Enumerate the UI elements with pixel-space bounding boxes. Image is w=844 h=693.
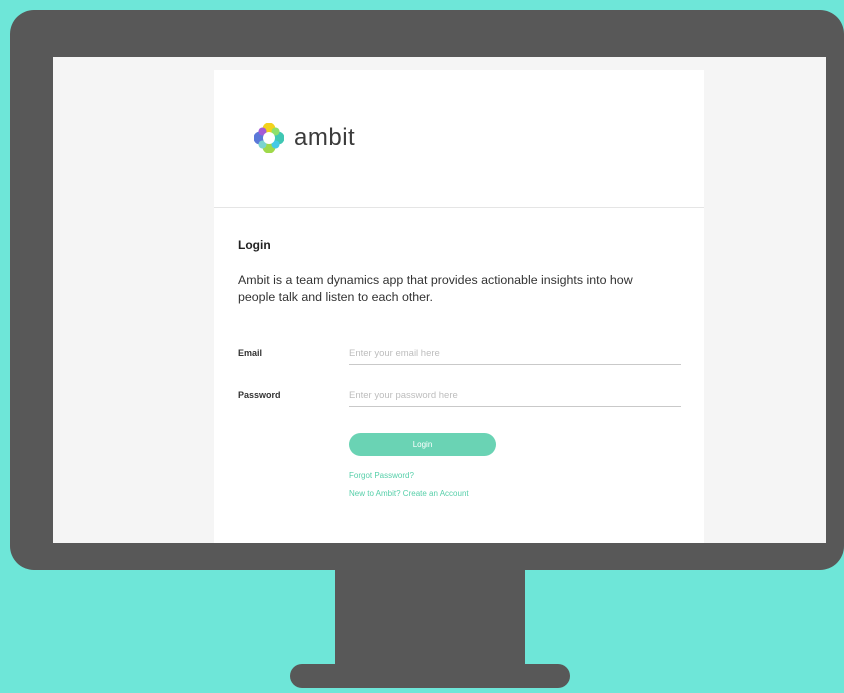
login-button[interactable]: Login [349, 433, 496, 456]
brand-name: ambit [294, 124, 356, 151]
monitor-screen: ambit Login Ambit is a team dynamics app… [53, 57, 826, 543]
monitor-frame: ambit Login Ambit is a team dynamics app… [10, 10, 844, 570]
card-header: ambit [214, 70, 704, 208]
ambit-logo-icon [254, 123, 284, 153]
app-description: Ambit is a team dynamics app that provid… [238, 273, 633, 304]
page-title: Login [238, 238, 271, 252]
password-field[interactable] [349, 386, 681, 407]
login-card: ambit Login Ambit is a team dynamics app… [214, 70, 704, 543]
monitor-stand-base [290, 664, 570, 688]
monitor-stand-neck [335, 570, 525, 668]
ambit-logo: ambit [254, 123, 355, 153]
forgot-password-link[interactable]: Forgot Password? [349, 471, 414, 480]
create-account-link[interactable]: New to Ambit? Create an Account [349, 489, 469, 498]
email-field[interactable] [349, 344, 681, 365]
password-label: Password [238, 390, 281, 400]
email-label: Email [238, 348, 263, 358]
